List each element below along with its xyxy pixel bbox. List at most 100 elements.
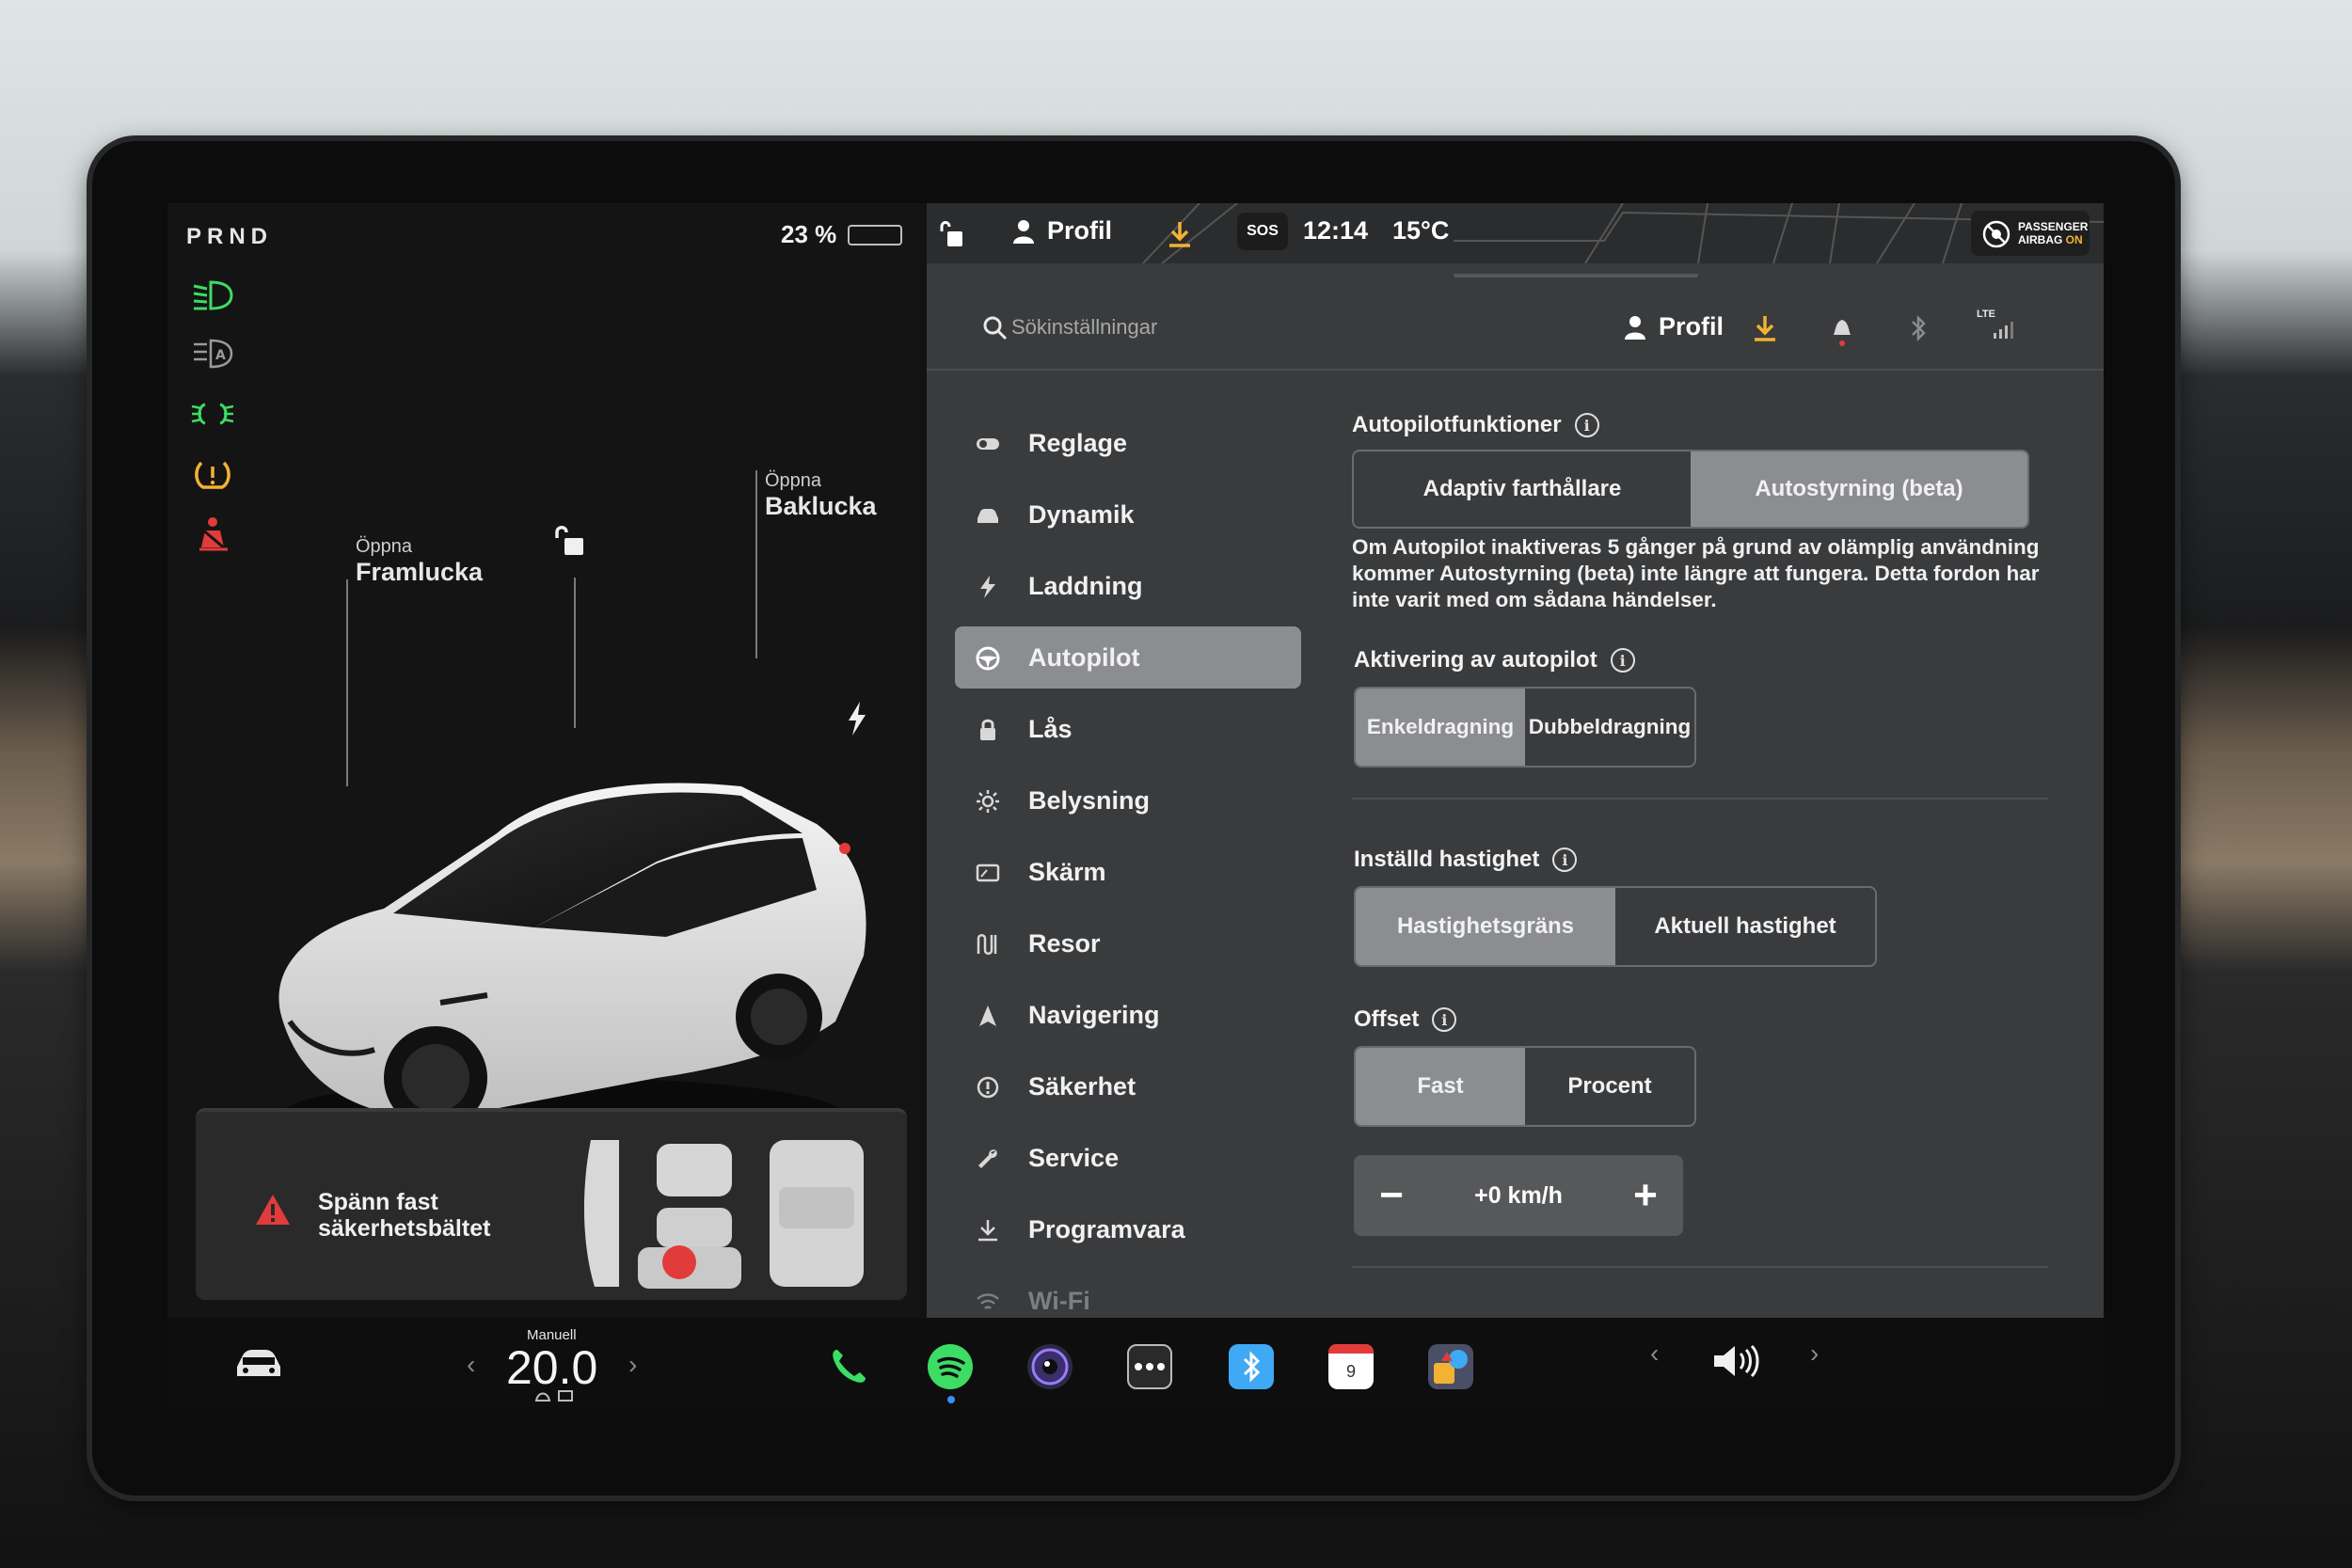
- car-icon: [977, 509, 998, 523]
- nav-item-dynamik[interactable]: Dynamik: [955, 483, 1301, 546]
- spotify-icon[interactable]: [928, 1344, 973, 1389]
- nav-item-reglage[interactable]: Reglage: [955, 412, 1301, 474]
- seat-map-image: [583, 1140, 864, 1289]
- clock: 12:14: [1303, 216, 1369, 245]
- tire-pressure-warning-icon: [195, 461, 230, 489]
- nav-item-skärm[interactable]: Skärm: [955, 841, 1301, 903]
- nav-item-laddning[interactable]: Laddning: [955, 555, 1301, 617]
- drag-handle[interactable]: [1454, 274, 1698, 277]
- seatbelt-alert-line1: Spänn fast: [318, 1189, 438, 1215]
- nav-item-säkerhet[interactable]: Säkerhet: [955, 1055, 1301, 1117]
- volume-increase-chevron[interactable]: ›: [1810, 1338, 1819, 1369]
- profile-button[interactable]: Profil: [1625, 312, 1724, 341]
- offset-stepper: − +0 km/h +: [1354, 1155, 1683, 1236]
- display-icon: [976, 863, 1000, 882]
- offset-title-text: Offset: [1354, 1006, 1420, 1032]
- option-percent[interactable]: Procent: [1525, 1048, 1694, 1125]
- lock-icon: [980, 719, 995, 740]
- download-icon: [978, 1220, 997, 1242]
- status-unlock-icon[interactable]: [938, 218, 966, 250]
- temp-increase-chevron[interactable]: ›: [628, 1350, 637, 1380]
- option-fixed[interactable]: Fast: [1356, 1048, 1525, 1125]
- set-speed-title: Inställd hastighet i: [1354, 847, 1578, 873]
- features-title-text: Autopilotfunktioner: [1352, 412, 1562, 437]
- option-current-speed[interactable]: Aktuell hastighet: [1615, 888, 1875, 965]
- trunk-button[interactable]: Öppna Baklucka: [765, 470, 877, 521]
- offset-value: +0 km/h: [1474, 1181, 1563, 1209]
- unlock-icon[interactable]: [551, 523, 589, 561]
- offset-title: Offset i: [1354, 1006, 1457, 1033]
- nav-item-service[interactable]: Service: [955, 1127, 1301, 1189]
- car-controls-icon[interactable]: [233, 1346, 284, 1380]
- activation-selector: Enkeldragning Dubbeldragning: [1354, 687, 1696, 768]
- nav-item-navigering[interactable]: Navigering: [955, 984, 1301, 1046]
- nav-item-programvara[interactable]: Programvara: [955, 1198, 1301, 1260]
- nav-item-label: Belysning: [1028, 785, 1151, 815]
- signal-strength-icon: [1994, 322, 2013, 339]
- camera-icon[interactable]: [1027, 1344, 1073, 1389]
- status-download-icon[interactable]: [1168, 220, 1192, 248]
- volume-icon[interactable]: [1710, 1342, 1761, 1380]
- calendar-icon[interactable]: 9: [1328, 1344, 1374, 1389]
- nav-item-wi-fi[interactable]: Wi-Fi: [955, 1270, 1301, 1318]
- option-autosteer[interactable]: Autostyrning (beta): [1691, 451, 2027, 527]
- battery-percent: 23 %: [781, 220, 837, 248]
- nav-item-belysning[interactable]: Belysning: [955, 769, 1301, 832]
- touchscreen: PRND 23 % A Öppna Framlucka Öppna Bakluc…: [167, 203, 2104, 1407]
- sos-button[interactable]: SOS: [1237, 213, 1288, 250]
- nav-item-autopilot[interactable]: Autopilot: [955, 626, 1301, 689]
- option-speed-limit[interactable]: Hastighetsgräns: [1356, 888, 1615, 965]
- volume-decrease-chevron[interactable]: ‹: [1650, 1338, 1659, 1369]
- activation-info-icon[interactable]: i: [1610, 648, 1635, 673]
- notification-bell-icon[interactable]: [1830, 314, 1854, 346]
- nav-item-label: Wi-Fi: [1028, 1286, 1090, 1315]
- option-single-pull[interactable]: Enkeldragning: [1356, 689, 1525, 766]
- battery-indicator: 23 %: [781, 220, 903, 249]
- gear-indicator: PRND: [186, 224, 274, 249]
- nav-item-label: Autopilot: [1028, 642, 1140, 672]
- bluetooth-icon[interactable]: [1909, 314, 1928, 342]
- steering-wheel-icon: [976, 646, 1000, 671]
- lte-label: LTE: [1977, 309, 1995, 320]
- status-profile-button[interactable]: Profil: [1013, 216, 1112, 245]
- nav-item-label: Service: [1028, 1143, 1120, 1172]
- section-divider: [1352, 798, 2048, 800]
- set-speed-info-icon[interactable]: i: [1552, 847, 1578, 872]
- activation-title: Aktivering av autopilot i: [1354, 647, 1635, 673]
- more-apps-icon[interactable]: [1127, 1344, 1172, 1389]
- phone-icon[interactable]: [826, 1344, 871, 1389]
- settings-search-input[interactable]: [1011, 309, 1331, 346]
- auto-high-beam-icon: A: [194, 339, 233, 369]
- activation-title-text: Aktivering av autopilot: [1354, 647, 1597, 673]
- defrost-icons[interactable]: [534, 1389, 576, 1402]
- wifi-icon: [977, 1293, 999, 1309]
- nav-item-label: Resor: [1028, 928, 1101, 958]
- nav-item-resor[interactable]: Resor: [955, 912, 1301, 974]
- temp-decrease-chevron[interactable]: ‹: [467, 1350, 475, 1380]
- bluetooth-app-icon[interactable]: [1229, 1344, 1274, 1389]
- seatbelt-alert-card: Spänn fast säkerhetsbältet: [196, 1108, 907, 1300]
- trips-icon: [977, 934, 997, 955]
- offset-info-icon[interactable]: i: [1432, 1007, 1457, 1032]
- nav-item-label: Reglage: [1028, 428, 1128, 457]
- frunk-small-label: Öppna: [356, 536, 413, 557]
- features-info-icon[interactable]: i: [1574, 413, 1599, 437]
- car-status-panel: PRND 23 % A Öppna Framlucka Öppna Bakluc…: [167, 203, 920, 1318]
- cabin-temperature[interactable]: 20.0: [506, 1340, 597, 1395]
- nav-item-label: Lås: [1028, 714, 1073, 743]
- profile-person-icon: [1625, 315, 1645, 340]
- nav-item-lås[interactable]: Lås: [955, 698, 1301, 760]
- trunk-label: Baklucka: [765, 492, 877, 520]
- option-adaptive-cruise[interactable]: Adaptiv farthållare: [1354, 451, 1691, 527]
- trunk-leader-line: [755, 470, 757, 658]
- airbag-line1: PASSENGER: [2018, 220, 2089, 233]
- offset-decrease-button[interactable]: −: [1373, 1172, 1410, 1219]
- option-double-pull[interactable]: Dubbeldragning: [1525, 689, 1694, 766]
- offset-increase-button[interactable]: +: [1627, 1172, 1664, 1219]
- toybox-icon[interactable]: [1428, 1344, 1473, 1389]
- frunk-button[interactable]: Öppna Framlucka: [356, 536, 483, 587]
- status-bar: Profil SOS 12:14 15°C PASSENGER AIRBAG O…: [927, 203, 2104, 263]
- status-profile-label: Profil: [1047, 216, 1113, 245]
- software-download-icon[interactable]: [1753, 314, 1777, 342]
- toggle-icon: [977, 438, 999, 450]
